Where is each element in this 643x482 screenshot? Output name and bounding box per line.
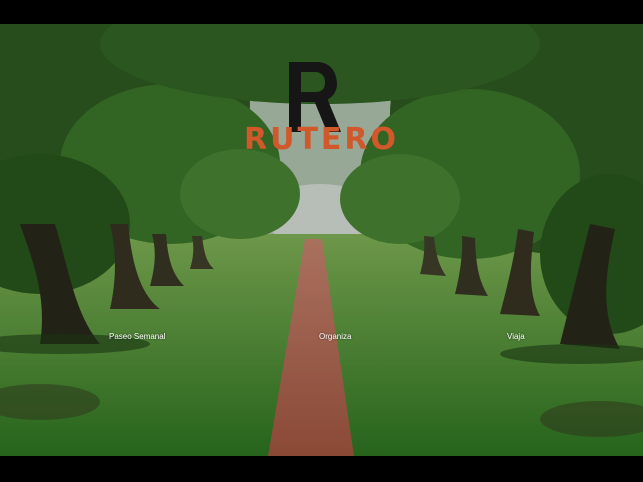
nav-viaja[interactable]: Viaja (507, 332, 525, 341)
app-brand-title: RUTERO (243, 122, 400, 157)
nav-paseo-semanal[interactable]: Paseo Semanal (109, 332, 165, 341)
top-bar (0, 0, 643, 24)
nav-organiza[interactable]: Organiza (319, 332, 351, 341)
bottom-bar (0, 456, 643, 482)
